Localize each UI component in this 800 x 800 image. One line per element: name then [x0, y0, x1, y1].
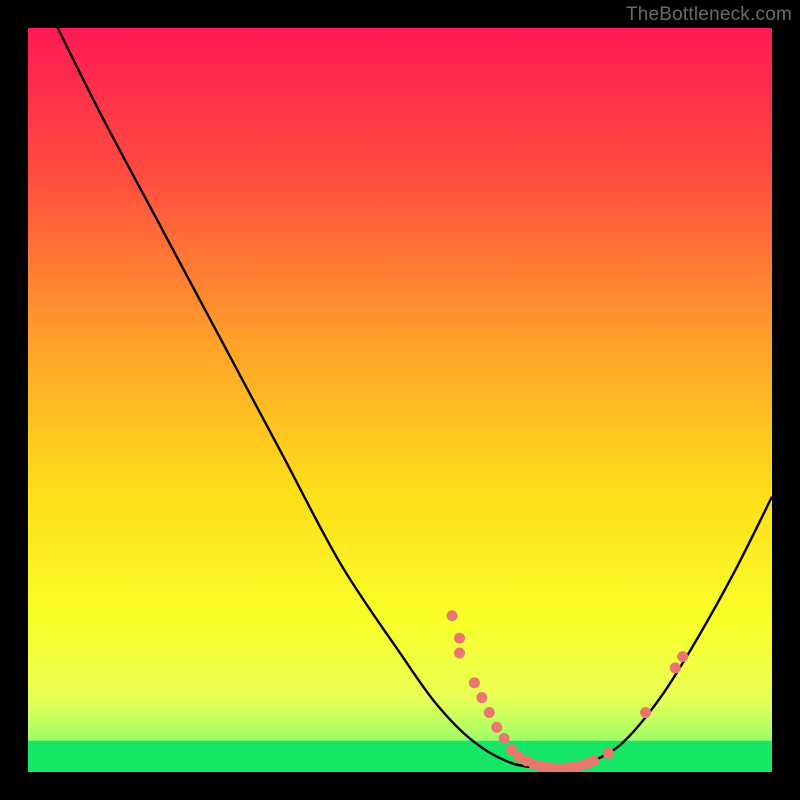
data-marker	[447, 610, 458, 621]
gradient-background	[28, 28, 772, 772]
data-marker	[499, 733, 510, 744]
data-marker	[484, 707, 495, 718]
data-marker	[469, 677, 480, 688]
data-marker	[588, 755, 599, 766]
data-marker	[670, 662, 681, 673]
data-marker	[677, 651, 688, 662]
data-marker	[454, 647, 465, 658]
data-marker	[476, 692, 487, 703]
chart-frame	[28, 28, 772, 772]
data-marker	[603, 748, 614, 759]
data-marker	[640, 707, 651, 718]
attribution-label: TheBottleneck.com	[626, 4, 792, 26]
bottleneck-curve-chart	[28, 28, 772, 772]
data-marker	[454, 633, 465, 644]
data-marker	[491, 722, 502, 733]
